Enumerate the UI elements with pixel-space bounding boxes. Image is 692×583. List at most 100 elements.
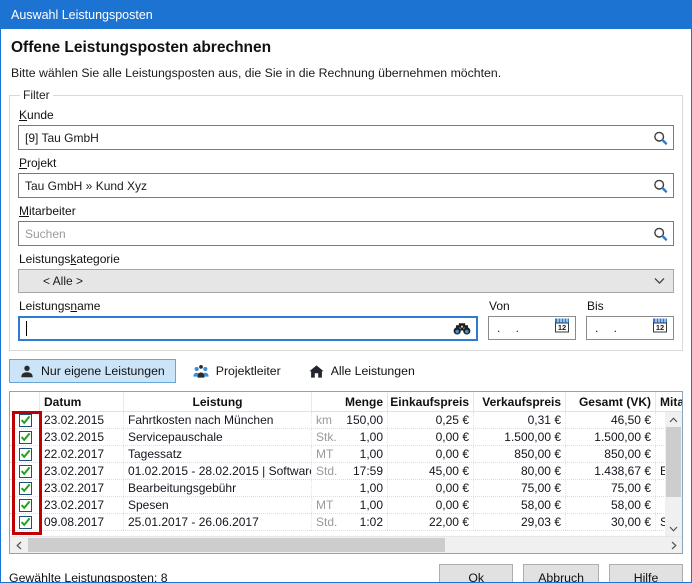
ok-button[interactable]: Ok	[439, 564, 513, 583]
scroll-down-icon[interactable]	[665, 521, 682, 536]
row-gesamt: 58,00 €	[566, 497, 656, 513]
row-einheit: MT	[316, 447, 342, 462]
von-label: Von	[489, 299, 576, 313]
mitarbeiter-field	[18, 221, 674, 246]
row-leistung: Tagessatz	[124, 446, 312, 462]
home-icon	[309, 365, 324, 378]
status-prefix: Gewählte Leistungsposten:	[9, 571, 157, 583]
column-header[interactable]: Datum	[40, 392, 124, 411]
projekt-field	[18, 173, 674, 198]
titlebar[interactable]: Auswahl Leistungsposten	[1, 1, 691, 29]
tab-label: Alle Leistungen	[331, 364, 415, 378]
table-row: 23.02.2015ServicepauschaleStk.1,000,00 €…	[10, 429, 682, 446]
table-row: 09.08.201725.01.2017 - 26.06.2017Std.1:0…	[10, 514, 682, 531]
row-leistung: 01.02.2015 - 28.02.2015 | Software...	[124, 463, 312, 479]
horizontal-scrollbar-thumb[interactable]	[28, 538, 445, 552]
footer: Gewählte Leistungsposten: 8 Ok Abbruch Hil…	[1, 554, 691, 583]
leistungsname-field	[18, 316, 478, 341]
vertical-scrollbar-thumb[interactable]	[666, 427, 681, 497]
row-checkbox[interactable]	[19, 482, 32, 495]
status-count: 8	[161, 571, 168, 583]
chevron-down-icon	[654, 278, 665, 285]
column-header[interactable]: Verkaufspreis	[474, 392, 566, 411]
bis-date-value: . .	[587, 321, 623, 335]
bis-date-field[interactable]: . . 12	[586, 316, 674, 340]
scroll-up-icon[interactable]	[665, 412, 682, 427]
von-date-value: . .	[489, 321, 525, 335]
window-title: Auswahl Leistungsposten	[11, 8, 153, 22]
row-einkaufspreis: 0,00 €	[388, 497, 474, 513]
intro-section: Offene Leistungsposten abrechnen Bitte w…	[1, 29, 691, 88]
row-datum: 09.08.2017	[40, 514, 124, 530]
column-header[interactable]: Leistung	[124, 392, 312, 411]
row-menge-cell: Std.17:59	[312, 463, 388, 479]
row-verkaufspreis: 75,00 €	[474, 480, 566, 496]
leistungsname-row: Leistungsname Von . . 12	[18, 293, 674, 341]
button-label: k	[478, 571, 484, 583]
mitarbeiter-input[interactable]	[19, 222, 673, 245]
footer-buttons: Ok Abbruch Hilfe	[439, 564, 683, 583]
column-header[interactable]: Einkaufspreis	[388, 392, 474, 411]
bis-label: Bis	[587, 299, 674, 313]
filter-groupbox: Filter Kunde Projekt Mitarbeiter Leistun…	[9, 88, 683, 351]
leistungsposten-table: DatumLeistungMengeEinkaufspreisVerkaufsp…	[9, 391, 683, 554]
table-row: 22.02.2017TagessatzMT1,000,00 €850,00 €8…	[10, 446, 682, 463]
row-menge: 150,00	[342, 413, 383, 428]
status-text: Gewählte Leistungsposten: 8	[9, 571, 439, 583]
table-row: 23.02.201701.02.2015 - 28.02.2015 | Soft…	[10, 463, 682, 480]
search-icon[interactable]	[653, 226, 668, 241]
row-checkbox[interactable]	[19, 448, 32, 461]
tab-label: Projektleiter	[216, 364, 281, 378]
kunde-label: Kunde	[19, 108, 674, 122]
tab-label: Nur eigene Leistungen	[41, 364, 165, 378]
leistungskategorie-dropdown[interactable]: < Alle >	[18, 269, 674, 293]
vertical-scrollbar[interactable]	[665, 412, 682, 536]
row-checkbox-cell	[10, 480, 40, 496]
leistungsname-label: Leistungsname	[19, 299, 478, 313]
von-date-field[interactable]: . . 12	[488, 316, 576, 340]
row-checkbox[interactable]	[19, 414, 32, 427]
row-checkbox-cell	[10, 412, 40, 428]
leistungsname-input[interactable]	[27, 318, 476, 339]
row-verkaufspreis: 80,00 €	[474, 463, 566, 479]
search-icon[interactable]	[653, 178, 668, 193]
row-checkbox[interactable]	[19, 499, 32, 512]
row-datum: 23.02.2017	[40, 463, 124, 479]
kunde-input[interactable]	[19, 126, 673, 149]
horizontal-scrollbar[interactable]	[10, 536, 682, 553]
calendar-icon[interactable]: 12	[652, 318, 668, 338]
scroll-left-icon[interactable]	[10, 537, 27, 554]
table-row: 23.02.2017SpesenMT1,000,00 €58,00 €58,00…	[10, 497, 682, 514]
calendar-icon[interactable]: 12	[554, 318, 570, 338]
binoculars-icon[interactable]	[453, 322, 471, 335]
table-row: 23.02.2015Fahrtkosten nach Münchenkm150,…	[10, 412, 682, 429]
kunde-field	[18, 125, 674, 150]
search-icon[interactable]	[653, 130, 668, 145]
tab-alle-leistungen[interactable]: Alle Leistungen	[298, 359, 426, 383]
row-checkbox[interactable]	[19, 465, 32, 478]
row-leistung: Servicepauschale	[124, 429, 312, 445]
row-menge-cell: Std.1:02	[312, 514, 388, 530]
row-verkaufspreis: 58,00 €	[474, 497, 566, 513]
row-gesamt: 75,00 €	[566, 480, 656, 496]
projekt-input[interactable]	[19, 174, 673, 197]
column-header[interactable]: Mita	[656, 392, 682, 411]
hilfe-button[interactable]: Hilfe	[609, 564, 683, 583]
column-header[interactable]: Gesamt (VK)	[566, 392, 656, 411]
row-leistung: Fahrtkosten nach München	[124, 412, 312, 428]
row-checkbox-cell	[10, 497, 40, 513]
row-checkbox[interactable]	[19, 516, 32, 529]
page-title: Offene Leistungsposten abrechnen	[11, 39, 681, 57]
abbruch-button[interactable]: Abbruch	[523, 564, 599, 583]
page-subtitle: Bitte wählen Sie alle Leistungsposten au…	[11, 66, 681, 80]
tab-nur-eigene-leistungen[interactable]: Nur eigene Leistungen	[9, 359, 176, 383]
tab-projektleiter[interactable]: Projektleiter	[182, 359, 292, 383]
column-header[interactable]: Menge	[312, 392, 388, 411]
svg-text:12: 12	[656, 323, 664, 332]
row-menge-cell: MT1,00	[312, 497, 388, 513]
row-checkbox[interactable]	[19, 431, 32, 444]
row-einkaufspreis: 0,00 €	[388, 429, 474, 445]
row-gesamt: 1.438,67 €	[566, 463, 656, 479]
row-einkaufspreis: 0,00 €	[388, 480, 474, 496]
scroll-right-icon[interactable]	[665, 537, 682, 554]
